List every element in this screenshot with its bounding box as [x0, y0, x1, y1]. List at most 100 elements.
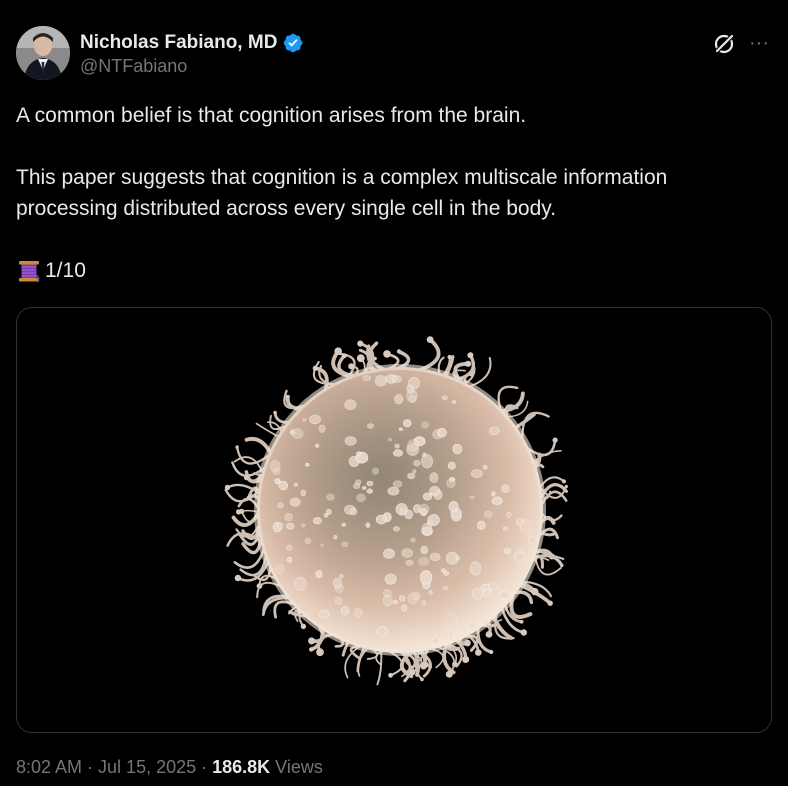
cell-surface-bleb: [388, 438, 393, 442]
tweet-time[interactable]: 8:02 AM: [16, 757, 82, 778]
cell-surface-bleb: [323, 513, 329, 518]
tweet: Nicholas Fabiano, MD @NTFabiano ··· A co…: [0, 0, 788, 786]
cell-projection-tip: [388, 672, 393, 678]
cell-projection-tip: [312, 365, 318, 371]
cell-surface-bleb: [429, 552, 441, 561]
tweet-footer: 8:02 AM · Jul 15, 2025 · 186.8K Views: [16, 757, 323, 778]
cell-projection-tip: [300, 623, 307, 630]
cell-surface-bleb: [505, 511, 512, 519]
cell-surface-bleb: [408, 395, 417, 404]
cell-projection-tip: [426, 336, 434, 343]
cell-surface-bleb: [488, 581, 499, 591]
avatar[interactable]: [16, 26, 70, 80]
cell-projection-tip: [467, 352, 474, 359]
grok-icon[interactable]: [712, 32, 736, 56]
cell-surface-bleb: [384, 573, 397, 585]
thread-counter-row: 1/10: [16, 255, 772, 286]
cell-surface-bleb: [502, 526, 508, 531]
verified-badge-icon: [284, 33, 303, 53]
tweet-media-image[interactable]: [16, 307, 772, 733]
cell-surface-bleb: [285, 544, 293, 551]
cell-surface-bleb: [420, 600, 427, 606]
cell-surface-bleb: [408, 376, 421, 390]
display-name[interactable]: Nicholas Fabiano, MD: [80, 32, 277, 54]
tweet-date[interactable]: Jul 15, 2025: [98, 757, 196, 778]
cell-surface-bleb: [319, 609, 330, 619]
cell-surface-bleb: [431, 637, 440, 645]
cell-surface-bleb: [392, 480, 403, 488]
cell-surface-bleb: [284, 512, 293, 522]
cell-surface-bleb: [392, 600, 399, 605]
cell-surface-bleb: [300, 489, 307, 497]
cell-surface-bleb: [366, 488, 373, 494]
cell-surface-bleb: [392, 449, 404, 457]
cell-projection-tip: [531, 587, 539, 596]
cell-surface-bleb: [394, 443, 400, 449]
cell-surface-bleb: [301, 523, 306, 528]
cell-surface-bleb: [286, 556, 293, 563]
cell-surface-bleb: [427, 514, 440, 526]
cell-projection-tip: [520, 629, 527, 636]
cell-surface-bleb: [293, 482, 298, 487]
cell-projection-tip: [235, 445, 239, 449]
cell-surface-bleb: [315, 570, 323, 579]
cell-surface-bleb: [428, 590, 433, 595]
cell-projection-tip: [409, 668, 416, 676]
cell-surface-bleb: [422, 492, 433, 501]
cell-projection-tip: [309, 647, 314, 652]
cell-surface-bleb: [503, 548, 510, 554]
cell-surface-bleb: [513, 551, 527, 562]
cell-surface-bleb: [394, 394, 404, 405]
handle[interactable]: @NTFabiano: [80, 56, 187, 77]
cell-surface-bleb: [516, 517, 524, 527]
more-icon[interactable]: ···: [746, 30, 772, 56]
cell-surface-bleb: [448, 501, 459, 513]
cell-surface-bleb: [320, 543, 325, 547]
tweet-paragraph: This paper suggests that cognition is a …: [16, 166, 668, 220]
views-count[interactable]: 186.8K: [212, 757, 270, 778]
cell-surface-bleb: [338, 574, 344, 579]
spool-of-thread-icon: [19, 260, 40, 282]
cell-surface-bleb: [491, 496, 503, 505]
cell-surface-bleb: [362, 374, 372, 382]
cell-surface-bleb: [393, 526, 400, 532]
cell-projection-tip: [420, 677, 424, 682]
cell-micrograph-image: [17, 308, 771, 732]
cell-surface-bleb: [383, 548, 395, 559]
cell-surface-bleb: [289, 497, 301, 507]
cell-surface-bleb: [420, 454, 434, 469]
cell-surface-bleb: [441, 395, 448, 401]
cell-surface-bleb: [445, 613, 458, 627]
cell-surface-bleb: [398, 427, 403, 431]
cell-surface-bleb: [341, 541, 349, 548]
cell-surface-bleb: [375, 514, 387, 525]
thread-counter: 1/10: [45, 259, 86, 282]
cell-projection-tip: [356, 354, 365, 363]
cell-surface-bleb: [469, 561, 482, 576]
cell-surface-bleb: [421, 421, 430, 429]
cell-projection-tip: [273, 410, 277, 415]
cell-surface-bleb: [387, 640, 393, 645]
cell-projection-tip: [519, 619, 524, 624]
cell-surface-bleb: [333, 534, 338, 540]
cell-projection-tip: [465, 360, 472, 367]
cell-surface-bleb: [312, 516, 322, 525]
cell-projection-tip: [341, 353, 347, 359]
cell-surface-bleb: [366, 480, 374, 487]
cell-surface-bleb: [365, 522, 371, 528]
cell-surface-bleb: [446, 478, 456, 489]
cell-surface-bleb: [413, 459, 421, 467]
cell-surface-bleb: [498, 590, 511, 600]
cell-projection-tip: [243, 474, 250, 481]
cell-surface-bleb: [361, 486, 367, 490]
cell-surface-bleb: [429, 472, 439, 483]
cell-surface-bleb: [443, 571, 450, 576]
cell-surface-bleb: [491, 491, 496, 497]
cell-surface-bleb: [278, 480, 289, 491]
cell-surface-bleb: [391, 375, 402, 383]
cell-surface-bleb: [269, 460, 281, 473]
cell-surface-bleb: [277, 502, 284, 509]
cell-surface-bleb: [476, 520, 486, 530]
cell-surface-bleb: [356, 493, 366, 502]
cell-surface-bleb: [419, 570, 433, 585]
